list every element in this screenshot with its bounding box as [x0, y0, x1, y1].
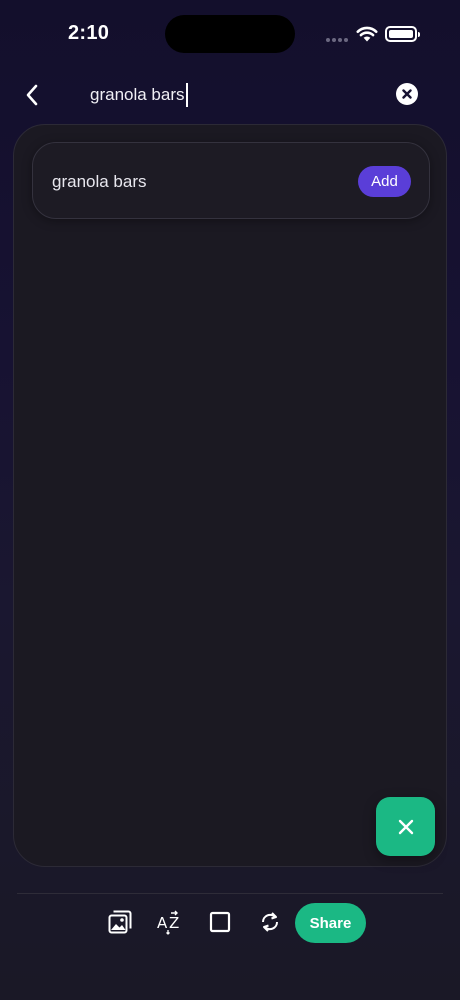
search-input[interactable]: granola bars: [90, 85, 185, 105]
clear-search-button[interactable]: [396, 83, 418, 105]
bottom-toolbar: A Z Share: [0, 901, 460, 945]
sort-az-button[interactable]: A Z: [157, 909, 183, 935]
dynamic-island: [165, 15, 295, 53]
close-fab-button[interactable]: [376, 797, 435, 856]
status-bar: 2:10: [0, 0, 460, 70]
svg-text:Z: Z: [169, 914, 179, 932]
search-field[interactable]: granola bars: [90, 82, 188, 108]
wifi-icon: [356, 26, 378, 42]
refresh-button[interactable]: [257, 909, 283, 935]
close-circle-icon: [402, 89, 412, 99]
sort-az-icon: A Z: [157, 910, 179, 935]
refresh-icon: [261, 912, 279, 932]
add-button[interactable]: Add: [358, 166, 411, 197]
close-icon: [398, 819, 413, 834]
select-button[interactable]: [207, 909, 233, 935]
toolbar-divider: [17, 893, 443, 894]
text-caret: [185, 83, 188, 107]
chevron-left-icon: [26, 84, 38, 106]
results-panel: granola bars Add: [13, 124, 447, 867]
battery-icon: [385, 26, 420, 42]
back-button[interactable]: [18, 80, 46, 110]
square-icon: [209, 911, 231, 933]
share-button[interactable]: Share: [295, 903, 366, 943]
image-button[interactable]: [107, 909, 133, 935]
signal-icon: [326, 38, 350, 42]
search-bar: granola bars: [0, 76, 460, 114]
suggestion-item[interactable]: granola bars Add: [32, 142, 430, 219]
status-time: 2:10: [68, 22, 110, 44]
image-icon: [108, 910, 132, 934]
svg-text:A: A: [157, 914, 168, 932]
suggestion-label: granola bars: [52, 172, 147, 191]
